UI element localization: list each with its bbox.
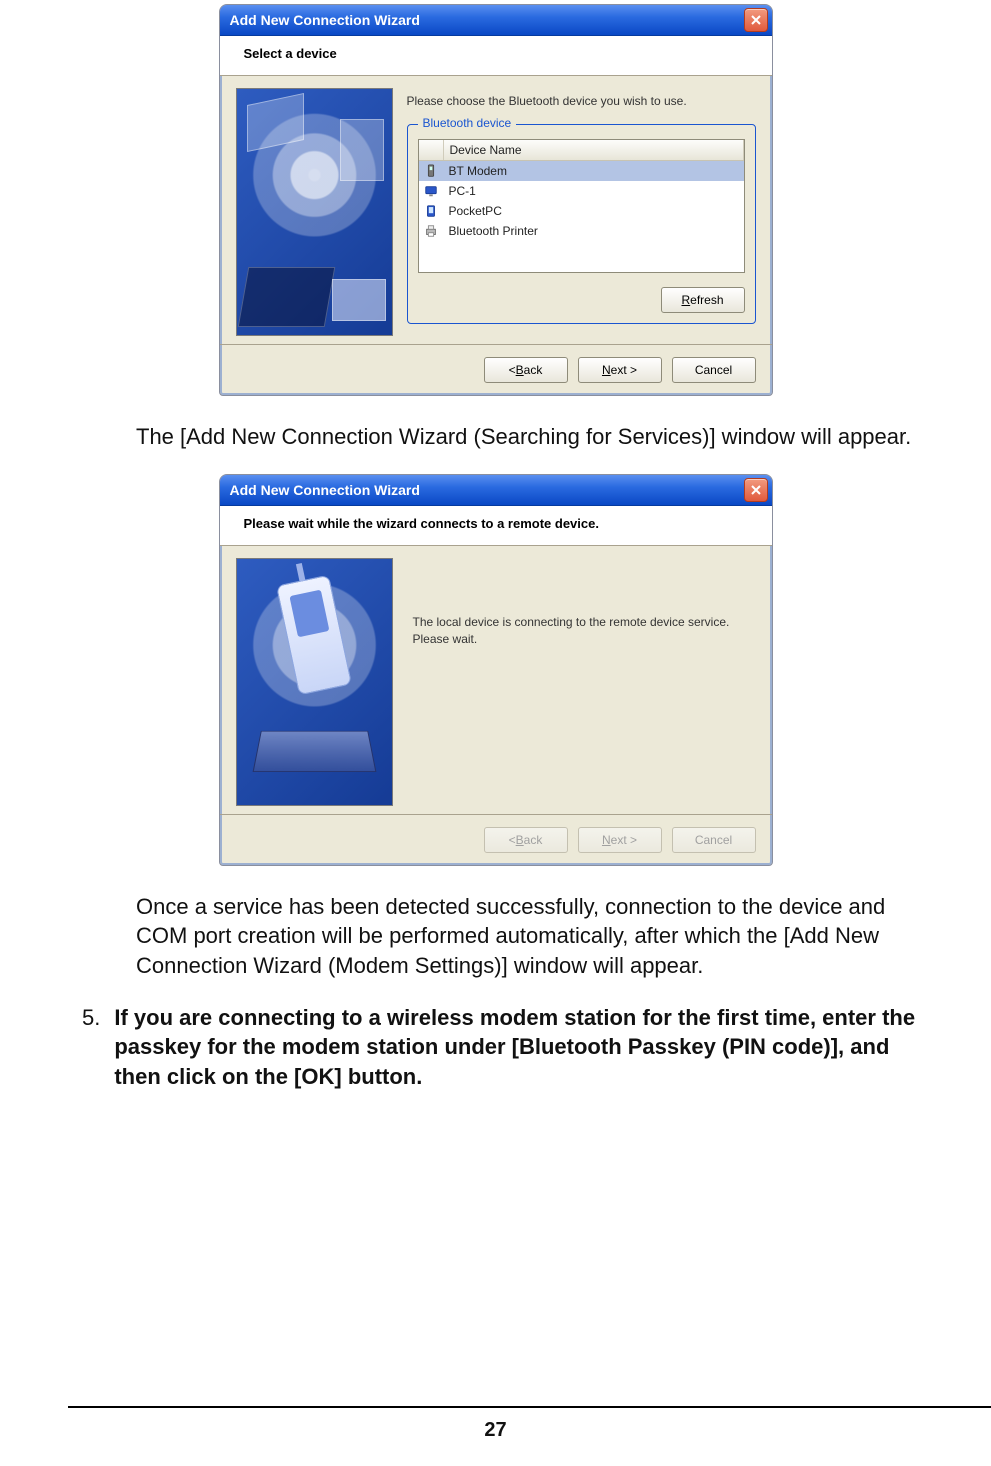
connecting-line1: The local device is connecting to the re… — [413, 614, 756, 631]
device-listview[interactable]: Device Name BT Modem PC-1 — [418, 139, 745, 273]
dialog-footer: < Back Next > Cancel — [220, 344, 772, 395]
page-number: 27 — [0, 1419, 991, 1442]
list-item[interactable]: Bluetooth Printer — [419, 221, 744, 241]
printer-icon — [419, 224, 443, 238]
list-item[interactable]: PocketPC — [419, 201, 744, 221]
body-paragraph: Once a service has been detected success… — [68, 892, 923, 981]
device-name: PocketPC — [443, 204, 502, 218]
list-item[interactable]: BT Modem — [419, 161, 744, 181]
column-devicename[interactable]: Device Name — [444, 140, 744, 160]
listview-header[interactable]: Device Name — [419, 140, 744, 161]
connecting-text: The local device is connecting to the re… — [413, 614, 756, 649]
refresh-button[interactable]: Refresh — [661, 287, 745, 313]
wizard-connecting-dialog: Add New Connection Wizard Please wait wh… — [219, 474, 773, 866]
close-icon — [751, 483, 761, 497]
wizard-select-device-dialog: Add New Connection Wizard Select a devic… — [219, 4, 773, 396]
wizard-illustration — [236, 88, 393, 336]
instruction-text: Please choose the Bluetooth device you w… — [407, 94, 756, 108]
titlebar[interactable]: Add New Connection Wizard — [220, 475, 772, 506]
titlebar-text: Add New Connection Wizard — [230, 12, 744, 28]
wizard-illustration — [236, 558, 393, 806]
next-button[interactable]: Next > — [578, 357, 662, 383]
body-paragraph: The [Add New Connection Wizard (Searchin… — [68, 422, 923, 452]
titlebar-text: Add New Connection Wizard — [230, 482, 744, 498]
close-button[interactable] — [744, 8, 768, 32]
dialog-footer: < Back Next > Cancel — [220, 814, 772, 865]
step-5: 5. If you are connecting to a wireless m… — [68, 1003, 923, 1092]
back-button: < Back — [484, 827, 568, 853]
connecting-line2: Please wait. — [413, 631, 756, 648]
device-name: BT Modem — [443, 164, 507, 178]
pda-icon — [419, 204, 443, 218]
back-button[interactable]: < Back — [484, 357, 568, 383]
cancel-button: Cancel — [672, 827, 756, 853]
monitor-icon — [419, 184, 443, 198]
step-text: If you are connecting to a wireless mode… — [114, 1003, 923, 1092]
subheader: Please wait while the wizard connects to… — [220, 506, 772, 546]
list-item[interactable]: PC-1 — [419, 181, 744, 201]
titlebar[interactable]: Add New Connection Wizard — [220, 5, 772, 36]
page-divider — [68, 1406, 991, 1408]
close-icon — [751, 13, 761, 27]
cancel-button[interactable]: Cancel — [672, 357, 756, 383]
phone-icon — [419, 164, 443, 178]
step-number: 5. — [82, 1003, 100, 1092]
device-name: Bluetooth Printer — [443, 224, 538, 238]
column-icon[interactable] — [419, 140, 444, 160]
next-button: Next > — [578, 827, 662, 853]
groupbox-label: Bluetooth device — [418, 116, 517, 130]
bluetooth-device-groupbox: Bluetooth device Device Name BT Modem — [407, 124, 756, 324]
device-name: PC-1 — [443, 184, 476, 198]
subheader: Select a device — [220, 36, 772, 76]
close-button[interactable] — [744, 478, 768, 502]
